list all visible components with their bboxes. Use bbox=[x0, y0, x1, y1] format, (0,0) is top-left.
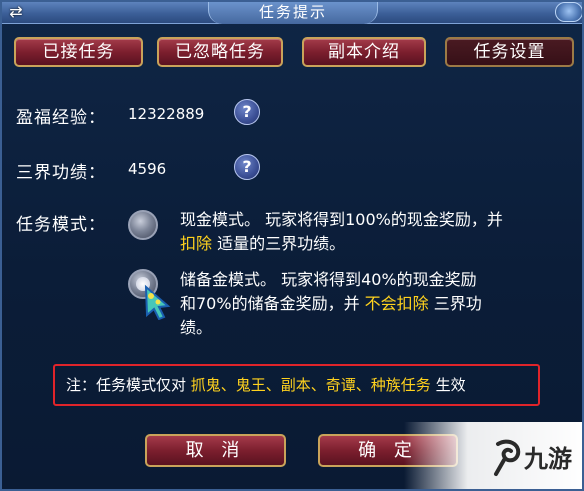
note-suffix: 生效 bbox=[430, 376, 466, 394]
reserve-mode-no-deduct-highlight: 不会扣除 bbox=[364, 294, 429, 313]
close-icon[interactable] bbox=[555, 2, 582, 22]
cash-mode-line1: 现金模式。 玩家将得到100%的现金奖励，并 bbox=[180, 210, 503, 229]
cash-mode-radio[interactable] bbox=[128, 210, 158, 240]
merit-value: 4596 bbox=[128, 160, 167, 178]
title-bar[interactable]: ⇄ 任务提示 bbox=[2, 2, 582, 24]
merit-help-icon[interactable]: ? bbox=[234, 154, 260, 180]
fortune-exp-value: 12322889 bbox=[128, 105, 205, 123]
cash-mode-line2: 扣除 适量的三界功绩。 bbox=[180, 232, 580, 256]
reserve-mode-line3: 绩。 bbox=[180, 318, 213, 337]
watermark-text: 九游 bbox=[524, 445, 572, 473]
reserve-mode-line2-b: 三界功 bbox=[428, 294, 482, 313]
reserve-mode-description: 储备金模式。 玩家将得到40%的现金奖励 和70%的储备金奖励，并 不会扣除 三… bbox=[180, 268, 580, 340]
note-highlight: 抓鬼、鬼王、副本、奇谭、种族任务 bbox=[190, 376, 431, 394]
note-text: 注：任务模式仅对 抓鬼、鬼王、副本、奇谭、种族任务 生效 bbox=[66, 374, 536, 396]
cancel-button[interactable]: 取 消 bbox=[145, 434, 286, 467]
reserve-mode-line1: 储备金模式。 玩家将得到40%的现金奖励 bbox=[180, 270, 477, 289]
fortune-exp-help-icon[interactable]: ? bbox=[234, 99, 260, 125]
merit-label: 三界功绩： bbox=[16, 163, 106, 183]
swap-icon[interactable]: ⇄ bbox=[5, 3, 27, 23]
cash-mode-line2-rest: 适量的三界功绩。 bbox=[212, 234, 346, 253]
reserve-mode-line2-a: 和70%的储备金奖励，并 bbox=[180, 294, 365, 313]
jiuyou-logo-icon bbox=[494, 439, 521, 476]
task-prompt-window: ⇄ 任务提示 已接任务 已忽略任务 副本介绍 任务设置 盈福经验： 123228… bbox=[0, 0, 584, 491]
fortune-exp-label: 盈福经验： bbox=[16, 108, 106, 128]
cursor-icon bbox=[144, 284, 171, 320]
tab-accepted-tasks[interactable]: 已接任务 bbox=[14, 37, 143, 67]
cash-mode-deduct-highlight: 扣除 bbox=[180, 234, 213, 253]
tab-dungeon-intro[interactable]: 副本介绍 bbox=[302, 37, 426, 67]
note-prefix: 注：任务模式仅对 bbox=[66, 376, 191, 394]
cash-mode-description: 现金模式。 玩家将得到100%的现金奖励，并 扣除 适量的三界功绩。 bbox=[180, 208, 580, 256]
tab-ignored-tasks[interactable]: 已忽略任务 bbox=[157, 37, 283, 67]
window-title: 任务提示 bbox=[208, 2, 378, 24]
reserve-mode-line2: 和70%的储备金奖励，并 不会扣除 三界功 bbox=[180, 292, 580, 316]
tab-task-settings[interactable]: 任务设置 bbox=[445, 37, 574, 67]
task-mode-label: 任务模式： bbox=[16, 215, 106, 235]
